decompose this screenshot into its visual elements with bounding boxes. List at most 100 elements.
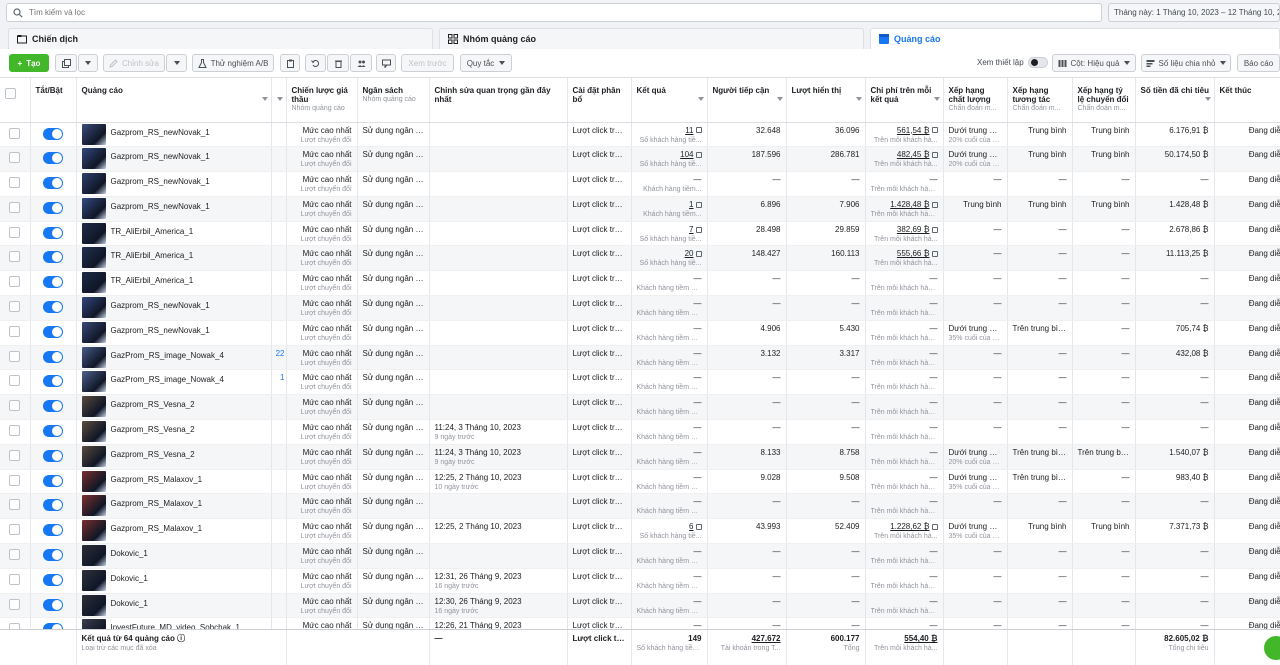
on-off-switch[interactable]	[43, 573, 63, 586]
row-checkbox[interactable]	[9, 474, 21, 486]
ad-name-cell[interactable]: Gazprom_RS_newNovak_1	[76, 171, 272, 197]
row-checkbox[interactable]	[9, 598, 21, 610]
ad-name-cell[interactable]: Gazprom_RS_newNovak_1	[76, 122, 272, 148]
table-row[interactable]: Gazprom_RS_Vesna_2 Mức cao nhất Lượt chuyể…	[0, 419, 1280, 445]
row-select[interactable]	[0, 469, 31, 495]
select-all-header[interactable]	[0, 78, 31, 123]
row-select[interactable]	[0, 394, 31, 421]
row-checkbox[interactable]	[9, 375, 21, 387]
col-conversion-ranking[interactable]: Xếp hạng tỷ lệ chuyển đổi Chẩn đoán m...	[1072, 78, 1136, 123]
ad-name-cell[interactable]: GazProm_RS_image_Nowak_4	[76, 345, 272, 371]
col-engagement-ranking[interactable]: Xếp hạng tương tác Chẩn đoán m...	[1007, 78, 1073, 123]
row-checkbox[interactable]	[9, 276, 21, 288]
row-toggle[interactable]	[30, 444, 77, 470]
col-bid-strategy[interactable]: Chiến lược giá thầu Nhóm quảng cáo	[286, 78, 358, 123]
col-recent-edits[interactable]: Chỉnh sửa quan trọng gần đây nhất	[429, 78, 568, 123]
row-select[interactable]	[0, 568, 31, 594]
row-select[interactable]	[0, 543, 31, 569]
row-select[interactable]	[0, 270, 31, 297]
duplicate-button[interactable]	[55, 54, 77, 72]
ad-name-cell[interactable]: Gazprom_RS_Vesna_2	[76, 394, 272, 421]
on-off-switch[interactable]	[43, 400, 63, 413]
on-off-switch[interactable]	[43, 226, 63, 239]
row-toggle[interactable]	[30, 394, 77, 421]
on-off-switch[interactable]	[43, 301, 63, 314]
row-select[interactable]	[0, 122, 31, 148]
on-off-switch[interactable]	[43, 549, 63, 562]
rules-button[interactable]: Quy tắc	[460, 54, 512, 72]
row-toggle[interactable]	[30, 320, 77, 346]
delete-button[interactable]	[327, 54, 349, 72]
row-select[interactable]	[0, 493, 31, 520]
on-off-switch[interactable]	[43, 276, 63, 289]
row-select[interactable]	[0, 295, 31, 321]
preview-button[interactable]: Xem trước	[401, 54, 454, 72]
table-row[interactable]: InvestFuture_MD_video_Sobchak_1 Mức cao n…	[0, 617, 1280, 629]
col-resize[interactable]	[271, 78, 287, 123]
ad-name-cell[interactable]: Gazprom_RS_Malaxov_1	[76, 518, 272, 545]
row-toggle[interactable]	[30, 518, 77, 545]
table-row[interactable]: Gazprom_RS_Vesna_2 Mức cao nhất Lượt chuyể…	[0, 394, 1280, 421]
row-toggle[interactable]	[30, 245, 77, 272]
table-row[interactable]: Dokovic_1 Mức cao nhất Lượt chuyển đổi Sử d…	[0, 543, 1280, 569]
row-checkbox[interactable]	[9, 226, 21, 238]
table-row[interactable]: GazProm_RS_image_Nowak_4 1 Mức cao nhất Lượ…	[0, 369, 1280, 396]
ad-name-cell[interactable]: Gazprom_RS_Vesna_2	[76, 419, 272, 445]
row-checkbox[interactable]	[9, 301, 21, 313]
row-select[interactable]	[0, 419, 31, 445]
table-row[interactable]: Gazprom_RS_newNovak_1 Mức cao nhất Lượt ch…	[0, 320, 1280, 346]
col-budget[interactable]: Ngân sách Nhóm quảng cáo	[357, 78, 430, 123]
ad-name-cell[interactable]: TR_AliErbil_America_1	[76, 221, 272, 247]
on-off-switch[interactable]	[43, 499, 63, 512]
table-row[interactable]: Gazprom_RS_newNovak_1 Mức cao nhất Lượt ch…	[0, 171, 1280, 197]
row-select[interactable]	[0, 518, 31, 545]
table-row[interactable]: Dokovic_1 Mức cao nhất Lượt chuyển đổi Sử d…	[0, 568, 1280, 594]
on-off-switch[interactable]	[43, 152, 63, 165]
row-checkbox[interactable]	[9, 177, 21, 189]
row-select[interactable]	[0, 171, 31, 197]
on-off-switch[interactable]	[43, 474, 63, 487]
ad-name-cell[interactable]: InvestFuture_MD_video_Sobchak_1	[76, 617, 272, 629]
row-checkbox[interactable]	[9, 425, 21, 437]
col-amount-spent[interactable]: Số tiền đã chi tiêu	[1135, 78, 1215, 123]
row-toggle[interactable]	[30, 593, 77, 619]
view-setup-toggle[interactable]: Xem thiết lập	[977, 57, 1048, 68]
table-row[interactable]: Gazprom_RS_newNovak_1 Mức cao nhất Lượt ch…	[0, 122, 1280, 148]
row-checkbox[interactable]	[9, 573, 21, 585]
table-row[interactable]: GazProm_RS_image_Nowak_4 22 Mức cao nhất Lư…	[0, 345, 1280, 371]
ad-name-cell[interactable]: Gazprom_RS_Vesna_2	[76, 444, 272, 470]
table-row[interactable]: Dokovic_1 Mức cao nhất Lượt chuyển đổi Sử d…	[0, 593, 1280, 619]
on-off-switch[interactable]	[43, 449, 63, 462]
row-toggle[interactable]	[30, 345, 77, 371]
tab-campaigns[interactable]: Chiến dịch	[8, 28, 433, 49]
comment-button[interactable]	[376, 54, 396, 72]
breakdown-button[interactable]: Số liệu chia nhỏ	[1141, 54, 1231, 72]
row-select[interactable]	[0, 345, 31, 371]
col-cost-per-result[interactable]: Chi phí trên mỗi kết quả	[865, 78, 944, 123]
row-select[interactable]	[0, 593, 31, 619]
ad-name-cell[interactable]: Gazprom_RS_newNovak_1	[76, 295, 272, 321]
ab-test-button[interactable]: Thử nghiệm A/B	[192, 54, 274, 72]
row-checkbox[interactable]	[9, 449, 21, 461]
row-toggle[interactable]	[30, 171, 77, 197]
table-row[interactable]: TR_AliErbil_America_1 Mức cao nhất Lượt ch…	[0, 270, 1280, 297]
ad-name-cell[interactable]: Gazprom_RS_newNovak_1	[76, 196, 272, 222]
audience-button[interactable]	[350, 54, 372, 72]
table-row[interactable]: Gazprom_RS_newNovak_1 Mức cao nhất Lượt ch…	[0, 146, 1280, 173]
ad-name-cell[interactable]: TR_AliErbil_America_1	[76, 270, 272, 297]
table-row[interactable]: Gazprom_RS_Malaxov_1 Mức cao nhất Lượt chu…	[0, 493, 1280, 520]
row-toggle[interactable]	[30, 221, 77, 247]
row-checkbox[interactable]	[9, 201, 21, 213]
row-toggle[interactable]	[30, 146, 77, 173]
col-attribution[interactable]: Cài đặt phân bổ	[567, 78, 632, 123]
table-row[interactable]: TR_AliErbil_America_1 Mức cao nhất Lượt ch…	[0, 221, 1280, 247]
view-setup-switch[interactable]	[1027, 57, 1048, 68]
ad-name-cell[interactable]: Dokovic_1	[76, 568, 272, 594]
row-checkbox[interactable]	[9, 152, 21, 164]
col-results[interactable]: Kết quả	[631, 78, 708, 123]
table-row[interactable]: TR_AliErbil_America_1 Mức cao nhất Lượt ch…	[0, 245, 1280, 272]
row-toggle[interactable]	[30, 493, 77, 520]
on-off-switch[interactable]	[43, 325, 63, 338]
row-select[interactable]	[0, 196, 31, 222]
clipboard-button[interactable]	[280, 54, 300, 72]
